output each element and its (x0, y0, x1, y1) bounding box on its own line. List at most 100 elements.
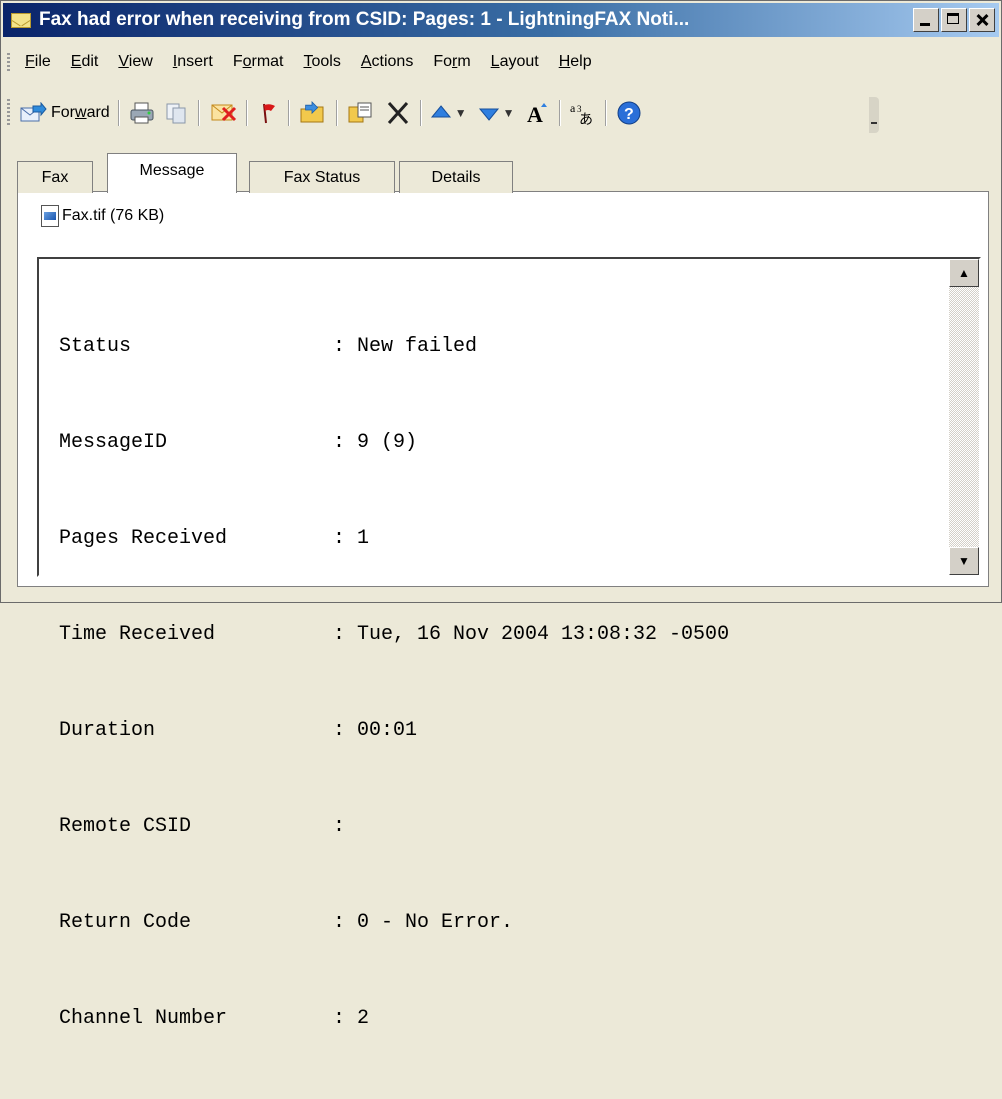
toolbar-separator (245, 100, 248, 126)
info-value: : 2 (333, 1007, 370, 1030)
tab-label: Fax Status (283, 168, 361, 186)
scroll-up-button[interactable]: ▲ (949, 259, 979, 287)
info-value: : 1 (333, 527, 370, 550)
close-button[interactable] (969, 8, 995, 32)
svg-text:?: ? (624, 106, 634, 123)
info-value: : Tue, 16 Nov 2004 13:08:32 -0500 (333, 623, 730, 646)
menu-help[interactable]: Help (549, 49, 602, 75)
font-size-button[interactable]: A (521, 96, 555, 130)
next-item-icon (478, 108, 499, 121)
attachment-link[interactable]: Fax.tif (76 KB) (41, 205, 164, 227)
tab-fax-status[interactable]: Fax Status (249, 161, 395, 193)
follow-up-flag-button[interactable] (252, 96, 284, 130)
info-row: Channel Number : 2 (59, 1003, 729, 1035)
info-row: Return Code : 0 - No Error. (59, 907, 729, 939)
info-row: Pages Received : 1 (59, 523, 729, 555)
info-key: Duration (59, 719, 156, 742)
info-row: MessageID : 9 (9) (59, 427, 729, 459)
chevron-down-icon[interactable]: ▼ (503, 106, 515, 120)
tab-details[interactable]: Details (399, 161, 513, 193)
info-row: Status : New failed (59, 331, 729, 363)
info-key: MessageID (59, 431, 168, 454)
reply-icon (211, 104, 236, 122)
tab-label: Fax (41, 168, 69, 186)
info-key: Return Code (59, 911, 192, 934)
info-row: Time Received : Tue, 16 Nov 2004 13:08:32… (59, 619, 729, 651)
info-key: Time Received (59, 623, 216, 646)
forward-label: Forward (51, 104, 110, 121)
vertical-scrollbar[interactable]: ▲ ▼ (949, 259, 979, 575)
info-value: : 9 (9) (333, 431, 418, 454)
menu-form[interactable]: Form (423, 49, 480, 75)
toolbar-overflow-button[interactable] (869, 97, 879, 133)
menu-file[interactable]: File (15, 49, 61, 75)
encoding-icon: a 3 あ (570, 101, 593, 126)
print-icon (130, 102, 154, 124)
toolbar-separator (419, 100, 422, 126)
window-title: Fax had error when receiving from CSID: … (39, 9, 690, 30)
scroll-down-button[interactable]: ▼ (949, 547, 979, 575)
menu-layout[interactable]: Layout (481, 49, 549, 75)
forward-icon (20, 102, 47, 122)
toolbar-separator (559, 100, 562, 126)
attachment-name: Fax.tif (76 KB) (62, 207, 165, 224)
print-button[interactable] (124, 96, 160, 130)
menu-format[interactable]: Format (223, 49, 294, 75)
menu-tools[interactable]: Tools (294, 49, 351, 75)
envelope-icon (11, 12, 31, 28)
svg-text:a: a (570, 101, 576, 115)
copy-icon (166, 103, 186, 124)
toolbar-grip[interactable] (7, 99, 10, 127)
info-row: Duration : 00:01 (59, 715, 729, 747)
info-key: Channel Number (59, 1007, 228, 1030)
encoding-button[interactable]: a 3 あ (565, 96, 601, 130)
move-to-folder-icon (300, 101, 324, 123)
toolbar-separator (605, 100, 608, 126)
font-size-icon: A (527, 102, 548, 126)
flag-icon (262, 103, 275, 124)
info-value: : New failed (333, 335, 478, 358)
tab-label: Message (139, 161, 205, 179)
move-to-folder-button[interactable] (294, 96, 332, 130)
copy-to-folder-button[interactable] (342, 96, 380, 130)
maximize-button[interactable] (941, 8, 967, 32)
tab-fax[interactable]: Fax (17, 161, 93, 193)
message-body[interactable]: Status : New failed MessageID : 9 (9) Page… (37, 257, 981, 1030)
fax-notification-window: Fax had error when receiving from CSID: … (0, 0, 1002, 1030)
tab-label: Details (431, 168, 481, 186)
copy-button[interactable] (160, 96, 194, 130)
standard-toolbar: Forward ▼ ▼ A a 3 あ ? (15, 93, 877, 133)
menu-actions[interactable]: Actions (351, 49, 423, 75)
help-icon: ? (617, 101, 641, 125)
help-button[interactable]: ? (611, 96, 647, 130)
info-value: : 00:01 (333, 719, 418, 742)
info-row: Remote CSID: (59, 811, 729, 843)
menu-insert[interactable]: Insert (163, 49, 223, 75)
menu-view[interactable]: View (108, 49, 162, 75)
info-key: Pages Received (59, 527, 228, 550)
menubar-grip[interactable] (7, 53, 10, 71)
info-key: Remote CSID (59, 815, 192, 838)
delete-button[interactable] (380, 96, 416, 130)
next-item-button[interactable]: ▼ (474, 96, 522, 130)
previous-item-button[interactable]: ▼ (426, 96, 474, 130)
previous-item-icon (430, 105, 451, 118)
info-key: Status (59, 335, 132, 358)
svg-text:あ: あ (579, 112, 593, 126)
svg-text:A: A (527, 102, 543, 126)
image-file-icon (41, 205, 59, 227)
tab-message[interactable]: Message (107, 153, 237, 193)
menu-bar: File Edit View Insert Format Tools Actio… (15, 49, 602, 75)
forward-button[interactable]: Forward (15, 96, 114, 130)
info-value: : 0 - No Error. (333, 911, 514, 934)
chevron-down-icon[interactable]: ▼ (455, 106, 467, 120)
toolbar-separator (197, 100, 200, 126)
reply-button[interactable] (204, 96, 242, 130)
toolbar-separator (287, 100, 290, 126)
minimize-button[interactable] (913, 8, 939, 32)
delete-icon (387, 101, 408, 125)
title-bar[interactable]: Fax had error when receiving from CSID: … (3, 3, 999, 37)
toolbar-separator (117, 100, 120, 126)
info-value: : (333, 815, 346, 838)
menu-edit[interactable]: Edit (61, 49, 109, 75)
